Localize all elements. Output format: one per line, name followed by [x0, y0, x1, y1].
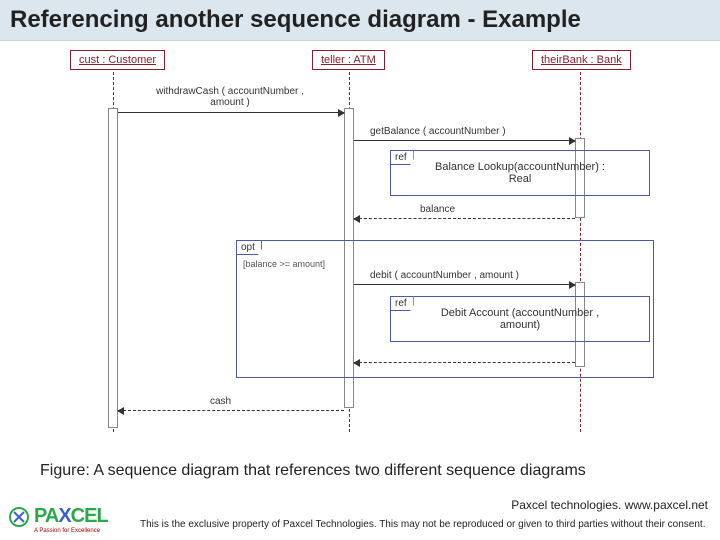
frame-ref-balance-lookup: ref Balance Lookup(accountNumber) : Real	[390, 150, 650, 196]
paxcel-logo: PAXCEL A Passion for Excellence	[8, 505, 108, 534]
arrow-cash-return	[118, 410, 344, 411]
logo-icon	[8, 506, 30, 533]
frame-ref1-body: Balance Lookup(accountNumber) : Real	[391, 161, 649, 185]
arrow-getbalance	[354, 140, 575, 141]
lifeline-customer-head: cust : Customer	[70, 50, 165, 70]
msg-debit: debit ( accountNumber , amount )	[370, 270, 519, 281]
frame-opt-tab: opt	[236, 240, 262, 255]
arrow-balance-return	[354, 218, 575, 219]
lifeline-bank-head: theirBank : Bank	[532, 50, 631, 70]
arrow-withdraw	[118, 112, 344, 113]
footer: PAXCEL A Passion for Excellence Paxcel t…	[0, 494, 720, 540]
footer-credit: Paxcel technologies. www.paxcel.net	[511, 498, 708, 512]
frame-ref2-body: Debit Account (accountNumber , amount)	[391, 307, 649, 331]
msg-cash: cash	[210, 396, 231, 407]
opt-guard: [balance >= amount]	[243, 259, 325, 269]
lifeline-atm-head: teller : ATM	[312, 50, 385, 70]
figure-caption: Figure: A sequence diagram that referenc…	[40, 462, 586, 480]
activation-customer	[108, 108, 118, 428]
msg-getbalance: getBalance ( accountNumber )	[370, 126, 506, 137]
msg-balance: balance	[420, 204, 455, 215]
slide-title: Referencing another sequence diagram - E…	[10, 6, 710, 34]
msg-withdraw: withdrawCash ( accountNumber , amount )	[130, 86, 330, 108]
logo-text: PAXCEL	[34, 509, 108, 526]
slide: Referencing another sequence diagram - E…	[0, 0, 720, 540]
arrow-debit-return	[354, 362, 575, 363]
frame-ref-debit-account: ref Debit Account (accountNumber , amoun…	[390, 296, 650, 342]
footer-disclaimer: This is the exclusive property of Paxcel…	[140, 519, 708, 530]
logo-tagline: A Passion for Excellence	[34, 528, 108, 534]
arrow-debit	[354, 284, 575, 285]
sequence-diagram: cust : Customer teller : ATM theirBank :…	[60, 50, 660, 450]
title-bar: Referencing another sequence diagram - E…	[0, 0, 720, 41]
